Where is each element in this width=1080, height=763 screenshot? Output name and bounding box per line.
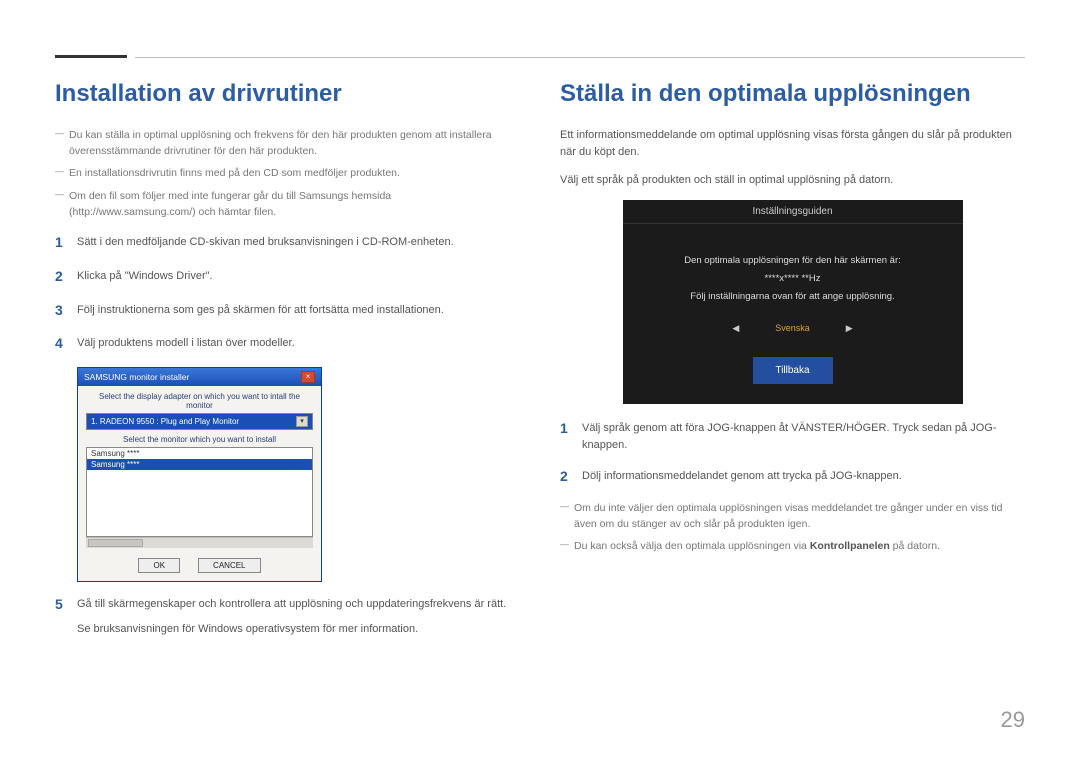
right-heading: Ställa in den optimala upplösningen [560,80,1025,109]
back-button[interactable]: Tillbaka [753,357,833,384]
left-column: Installation av drivrutiner Du kan ställ… [55,80,520,650]
step-number: 2 [560,466,582,488]
language-value: Svenska [775,320,810,337]
osd-title: Inställningsguiden [623,200,963,224]
osd-line: Den optimala upplösningen för den här sk… [643,252,943,270]
note-item: Om den fil som följer med inte fungerar … [55,188,520,221]
note-text: Du kan också välja den optimala upplösni… [574,540,810,552]
note-item: Du kan ställa in optimal upplösning och … [55,127,520,160]
adapter-value: 1. RADEON 9550 : Plug and Play Monitor [91,417,239,426]
osd-line: Följ inställningarna ovan för att ange u… [643,288,943,306]
list-item: 2 Klicka på "Windows Driver". [55,266,520,288]
left-steps: 1 Sätt i den medföljande CD-skivan med b… [55,232,520,355]
step-number: 4 [55,333,77,355]
language-selector[interactable]: ◀ Svenska ▶ [643,320,943,337]
list-item: 2 Dölj informationsmeddelandet genom att… [560,466,1025,488]
intro-text: Ett informationsmeddelande om optimal up… [560,127,1025,162]
scrollbar[interactable] [86,537,313,548]
list-item: 1 Sätt i den medföljande CD-skivan med b… [55,232,520,254]
note-bold: Kontrollpanelen [810,540,890,552]
adapter-select[interactable]: 1. RADEON 9550 : Plug and Play Monitor ▾ [86,413,313,430]
chevron-down-icon[interactable]: ▾ [296,416,308,427]
installer-dialog: SAMSUNG monitor installer × Select the d… [77,367,322,582]
step-number: 1 [55,232,77,254]
osd-panel: Inställningsguiden Den optimala upplösni… [623,200,963,404]
dialog-titlebar: SAMSUNG monitor installer × [78,368,321,386]
page-number: 29 [1001,707,1025,733]
dialog-title: SAMSUNG monitor installer [84,372,189,382]
step-text: Sätt i den medföljande CD-skivan med bru… [77,232,520,251]
step-number: 2 [55,266,77,288]
step-text-main: Gå till skärmegenskaper och kontrollera … [77,598,506,610]
step-text: Välj produktens modell i listan över mod… [77,333,520,352]
dialog-label: Select the display adapter on which you … [86,392,313,410]
close-icon[interactable]: × [301,371,315,383]
ok-button[interactable]: OK [138,558,180,573]
step-text: Välj språk genom att föra JOG-knappen åt… [582,418,1025,454]
list-item: 3 Följ instruktionerna som ges på skärme… [55,300,520,322]
step-text: Klicka på "Windows Driver". [77,266,520,285]
monitor-list[interactable]: Samsung **** Samsung **** [86,447,313,537]
left-steps-continued: 5 Gå till skärmegenskaper och kontroller… [55,594,520,638]
list-item: 4 Välj produktens modell i listan över m… [55,333,520,355]
step-number: 5 [55,594,77,616]
osd-resolution: ****x**** **Hz [643,270,943,288]
note-item: Du kan också välja den optimala upplösni… [560,538,1025,554]
left-notes: Du kan ställa in optimal upplösning och … [55,127,520,220]
right-notes: Om du inte väljer den optimala upplösnin… [560,500,1025,555]
left-heading: Installation av drivrutiner [55,80,520,109]
step-text: Gå till skärmegenskaper och kontrollera … [77,594,520,638]
right-steps: 1 Välj språk genom att föra JOG-knappen … [560,418,1025,488]
list-item[interactable]: Samsung **** [87,448,312,459]
cancel-button[interactable]: CANCEL [198,558,260,573]
note-item: Om du inte väljer den optimala upplösnin… [560,500,1025,533]
step-number: 1 [560,418,582,440]
step-text: Dölj informationsmeddelandet genom att t… [582,466,1025,485]
header-rule [55,55,1025,58]
note-item: En installationsdrivrutin finns med på d… [55,165,520,181]
note-text: på datorn. [890,540,940,552]
triangle-left-icon[interactable]: ◀ [732,320,739,337]
list-item: 5 Gå till skärmegenskaper och kontroller… [55,594,520,638]
step-text: Följ instruktionerna som ges på skärmen … [77,300,520,319]
list-item: 1 Välj språk genom att föra JOG-knappen … [560,418,1025,454]
step-number: 3 [55,300,77,322]
intro-text: Välj ett språk på produkten och ställ in… [560,172,1025,190]
step-text-sub: Se bruksanvisningen för Windows operativ… [77,621,520,638]
triangle-right-icon[interactable]: ▶ [846,320,853,337]
right-column: Ställa in den optimala upplösningen Ett … [560,80,1025,650]
list-item[interactable]: Samsung **** [87,459,312,470]
dialog-label: Select the monitor which you want to ins… [86,435,313,444]
